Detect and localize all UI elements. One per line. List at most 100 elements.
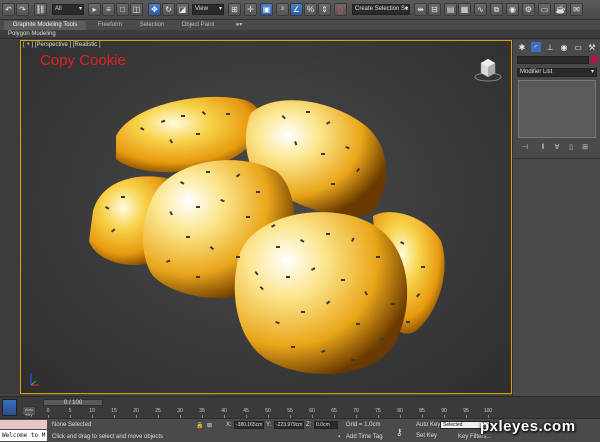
modify-tab-icon[interactable]: ◜ [531,42,541,52]
lock-selection-icon[interactable]: 🔒 [196,422,203,429]
reference-coordinate-dropdown[interactable]: View [192,4,224,15]
redo-icon[interactable]: ↷ [16,3,29,16]
graphite-toggle-icon[interactable]: ▦ [458,3,471,16]
tab-selection[interactable]: Selection [134,21,170,30]
polygon-modeling-panel[interactable]: Polygon Modeling [8,30,56,39]
timeline-tick-label: 15 [111,408,117,414]
mirror-icon[interactable]: ⇹ [414,3,427,16]
copy-cookie-title: Copy Cookie [40,52,126,69]
ribbon-options-icon[interactable]: ●▾ [232,21,246,30]
left-column [0,40,20,394]
timeline-tick-label: 0 [46,408,50,414]
pin-stack-icon[interactable]: ⊣ [521,144,529,152]
keyboard-shortcut-override-icon[interactable]: ▣ [260,3,273,16]
timeline-tick-label: 60 [309,408,315,414]
render-iterative-icon[interactable]: ✉ [570,3,583,16]
render-production-icon[interactable]: ☕ [554,3,567,16]
main-toolbar: ↶ ↷ ⛓ All ▸ ≡ □ ◫ ✥ ↻ ◪ View ⊞ ✛ ▣ ³ ∠ %… [0,0,600,20]
select-link-icon[interactable]: ⛓ [34,3,47,16]
x-coord-label: X: [226,422,232,428]
auto-key-button[interactable]: Auto Key [416,422,440,428]
timeline-ruler[interactable]: 0 5 10 15 20 25 30 35 40 45 50 55 60 65 70 75 80 85 90 95 10… [46,408,508,418]
viewcube-icon[interactable] [473,55,503,83]
rendered-frame-window-icon[interactable]: ▭ [538,3,551,16]
motion-tab-icon[interactable]: ◉ [559,42,569,52]
timeline-tick-label: 70 [353,408,359,414]
select-and-scale-icon[interactable]: ◪ [176,3,189,16]
curve-editor-icon[interactable]: ∿ [474,3,487,16]
layer-manager-icon[interactable]: ▤ [444,3,457,16]
timeline-tick-label: 10 [89,408,95,414]
edit-named-selections-icon[interactable]: {} [334,3,347,16]
rectangular-selection-icon[interactable]: □ [116,3,129,16]
select-and-move-icon[interactable]: ✥ [148,3,161,16]
display-tab-icon[interactable]: ▭ [573,42,583,52]
window-crossing-icon[interactable]: ◫ [130,3,143,16]
material-editor-icon[interactable]: ◉ [506,3,519,16]
command-panel-divider [513,158,600,159]
tab-freeform[interactable]: Freeform [92,21,128,30]
timeline-tick-label: 20 [133,408,139,414]
hierarchy-tab-icon[interactable]: ⊥ [545,42,555,52]
configure-modifier-sets-icon[interactable]: ⊞ [581,144,589,152]
select-manipulate-icon[interactable]: ✛ [244,3,257,16]
tab-object-paint[interactable]: Object Paint [176,21,220,30]
set-key-button[interactable]: Set Key [416,433,437,439]
remove-modifier-icon[interactable]: ▯ [567,144,575,152]
perspective-viewport[interactable]: [ + ] [Perspective ] [Realistic ] Copy C… [20,40,512,394]
named-selection-sets-dropdown[interactable]: Create Selection Se [352,4,410,15]
ribbon-tabs: Graphite Modeling Tools Freeform Selecti… [0,20,600,30]
timeline-tick-label: 5 [68,408,72,414]
add-time-tag-icon[interactable]: ▪ [338,434,340,440]
make-unique-icon[interactable]: ∀ [553,144,561,152]
tab-graphite-modeling-tools[interactable]: Graphite Modeling Tools [4,21,86,30]
select-by-name-icon[interactable]: ≡ [102,3,115,16]
timeline-tick-label: 30 [177,408,183,414]
x-coord-field[interactable]: -380.165cm [234,421,264,429]
pivot-center-icon[interactable]: ⊞ [228,3,241,16]
create-tab-icon[interactable]: ✱ [517,42,527,52]
add-time-tag-button[interactable]: Add Time Tag [346,434,383,440]
maxscript-mini-listener-top[interactable] [0,420,47,429]
auto-key-toggle[interactable]: Auto Key [22,406,36,417]
timeline-tick-label: 25 [155,408,161,414]
utilities-tab-icon[interactable]: ⚒ [587,42,597,52]
percent-snap-icon[interactable]: % [304,3,317,16]
selection-filter-dropdown[interactable]: All [52,4,84,15]
z-coord-field[interactable]: 0.0cm [314,421,338,429]
timeline-tick-label: 75 [375,408,381,414]
undo-icon[interactable]: ↶ [2,3,15,16]
snaps-toggle-icon[interactable]: ³ [276,3,289,16]
spinner-snap-icon[interactable]: ⇕ [318,3,331,16]
timeline-tick-label: 40 [221,408,227,414]
timeline-tick-label: 50 [265,408,271,414]
align-icon[interactable]: ⊟ [428,3,441,16]
angle-snap-icon[interactable]: ∠ [290,3,303,16]
time-slider[interactable]: 0 / 100 [43,399,103,406]
cookie-front [234,212,408,374]
object-name-field[interactable] [517,56,589,64]
mini-curve-editor-icon[interactable] [2,399,17,416]
render-setup-icon[interactable]: ⚙ [522,3,535,16]
timeline-tick-label: 35 [199,408,205,414]
watermark: pxleyes.com [480,418,576,435]
select-object-icon[interactable]: ▸ [88,3,101,16]
timeline-tick-label: 100 [483,408,493,414]
axis-tripod-icon [30,373,39,386]
cookies-render [89,96,445,374]
set-key-icon[interactable]: ⚷ [396,427,403,438]
viewport-label[interactable]: [ + ] [Perspective ] [Realistic ] [23,42,101,48]
selection-status: None Selected [52,422,92,428]
object-color-swatch[interactable] [591,56,598,63]
command-panel: ✱ ◜ ⊥ ◉ ▭ ⚒ Modifier List ⊣ ‖ ∀ ▯ ⊞ [512,40,600,400]
absolute-mode-icon[interactable]: ⊠ [207,422,212,429]
maxscript-mini-listener[interactable]: Welcome to M [0,430,47,441]
grid-size: Grid = 1.0cm [346,422,381,428]
y-coord-field[interactable]: -223.979cm [274,421,304,429]
modifier-list-dropdown[interactable]: Modifier List [517,68,597,77]
modifier-stack[interactable] [518,80,596,138]
schematic-view-icon[interactable]: ⧉ [490,3,503,16]
y-coord-label: Y: [266,422,272,428]
select-and-rotate-icon[interactable]: ↻ [162,3,175,16]
show-end-result-icon[interactable]: ‖ [539,144,547,152]
